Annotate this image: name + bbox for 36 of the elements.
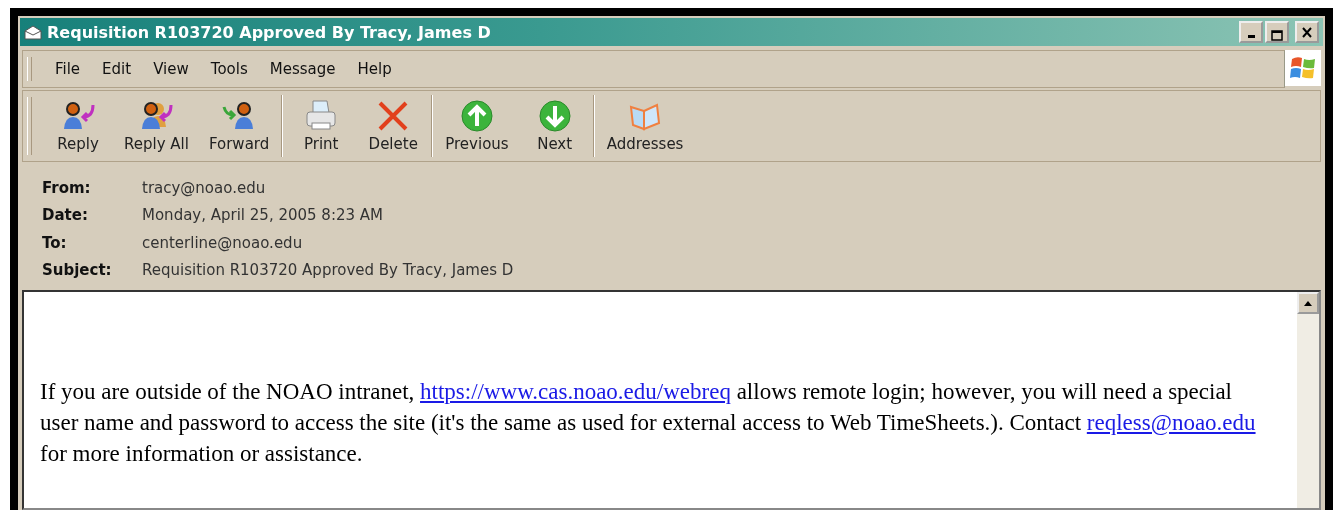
toolbar-button[interactable]: Reply All [114,97,199,155]
menu-item[interactable]: View [144,58,198,80]
toolbar-button[interactable]: Next [518,97,591,155]
up-triangle-icon [1304,300,1312,306]
toolbar-button[interactable]: Reply [42,97,114,155]
scroll-up-button[interactable] [1297,292,1319,314]
header-value: Monday, April 25, 2005 8:23 AM [142,206,384,225]
header-label: From: [42,178,92,197]
maximize-icon [1271,30,1283,41]
toolbar-button[interactable]: Previous [435,97,519,155]
header-value: tracy@noao.edu [142,178,266,197]
toolbar-button[interactable]: Forward [198,97,280,155]
menu-item[interactable]: File [46,58,90,80]
header-label: Date: [42,206,89,225]
menu-item[interactable]: Help [348,58,401,80]
link[interactable]: https://www.cas.noao.edu/webreq [420,379,731,404]
menu-item[interactable]: Tools [201,58,257,80]
message-paragraph: If you are outside of the NOAO intranet, https://www.cas.noao.edu/webreq allows remote login; however, you will need a special user name and password to access the site (it's the same as used for external access to Web TimeSheets.). Contact reqless@noao.edu for more information or assistance. [40,378,1257,468]
minimize-icon [1247,35,1255,38]
toolbar-button[interactable]: Print [285,97,358,155]
window-title: Requisition R103720 Approved By Tracy, James D [47,22,492,42]
header-value: centerline@noao.edu [142,233,303,252]
menu-item[interactable]: Message [260,58,345,80]
toolbar-button[interactable]: Delete [357,97,430,155]
maximize-button[interactable] [1265,21,1289,43]
link[interactable]: reqless@noao.edu [1086,410,1256,435]
envelope-icon [24,24,42,40]
menu-item[interactable]: Edit [93,58,141,80]
header-label: To: [42,233,68,252]
header-value: Requisition R103720 Approved By Tracy, James D [142,261,514,280]
toolbar-button[interactable]: Addresses [596,97,694,155]
header-label: Subject: [42,261,113,280]
scrollbar[interactable] [1297,292,1319,508]
minimize-button[interactable] [1239,21,1263,43]
close-button[interactable] [1295,21,1319,43]
close-icon [1301,26,1313,38]
